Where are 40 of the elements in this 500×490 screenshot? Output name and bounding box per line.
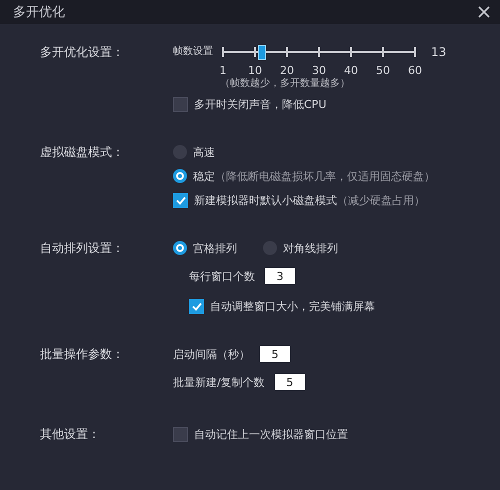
field-label: 启动间隔（秒）: [173, 346, 250, 362]
radio-label: 宫格排列: [193, 240, 237, 256]
number-field[interactable]: 5: [274, 374, 305, 390]
tick-label: 50: [376, 64, 390, 77]
checkbox-label: 自动调整窗口大小，完美铺满屏幕: [210, 298, 375, 314]
checkbox[interactable]: [173, 192, 188, 208]
number-field[interactable]: 5: [260, 346, 290, 362]
checkbox-note: （减少硬盘占用）: [337, 192, 425, 208]
tick-label: 40: [344, 64, 358, 77]
hint-text: （帧数越少，多开数量越多）: [220, 76, 351, 90]
number-field[interactable]: 3: [265, 268, 295, 284]
tick-label: 60: [408, 64, 422, 77]
checkbox[interactable]: [189, 298, 204, 314]
checkbox-label: 自动记住上一次模拟器窗口位置: [194, 426, 348, 442]
tick-label: 1: [220, 64, 226, 77]
section-label: 多开优化设置：: [40, 44, 125, 61]
tick-label: 20: [280, 64, 294, 77]
field-label: 批量新建/复制个数: [173, 374, 265, 390]
radio-label: 对角线排列: [283, 240, 338, 256]
checkbox[interactable]: [173, 426, 188, 442]
window-title: 多开优化: [13, 4, 65, 21]
tick-label: 30: [312, 64, 326, 77]
slider-value: 13: [431, 44, 446, 61]
radio-label: 稳定: [193, 168, 215, 184]
radio-button[interactable]: [173, 241, 187, 255]
section-label: 其他设置：: [40, 426, 101, 443]
slider-thumb[interactable]: [258, 45, 266, 60]
tick-label: 10: [248, 64, 262, 77]
checkbox[interactable]: [173, 96, 188, 112]
field-label: 每行窗口个数: [189, 268, 255, 284]
slider-label: 帧数设置: [173, 44, 213, 59]
close-icon[interactable]: [478, 6, 490, 18]
radio-label: 高速: [193, 144, 215, 160]
section-label: 自动排列设置：: [40, 240, 125, 257]
checkbox-label: 新建模拟器时默认小磁盘模式: [194, 192, 337, 208]
radio-note: （降低断电磁盘损坏几率，仅适用固态硬盘）: [215, 168, 435, 184]
radio-button[interactable]: [173, 169, 187, 183]
section-label: 批量操作参数：: [40, 346, 125, 363]
checkbox-label: 多开时关闭声音，降低CPU: [194, 96, 326, 112]
section-label: 虚拟磁盘模式：: [40, 144, 125, 161]
